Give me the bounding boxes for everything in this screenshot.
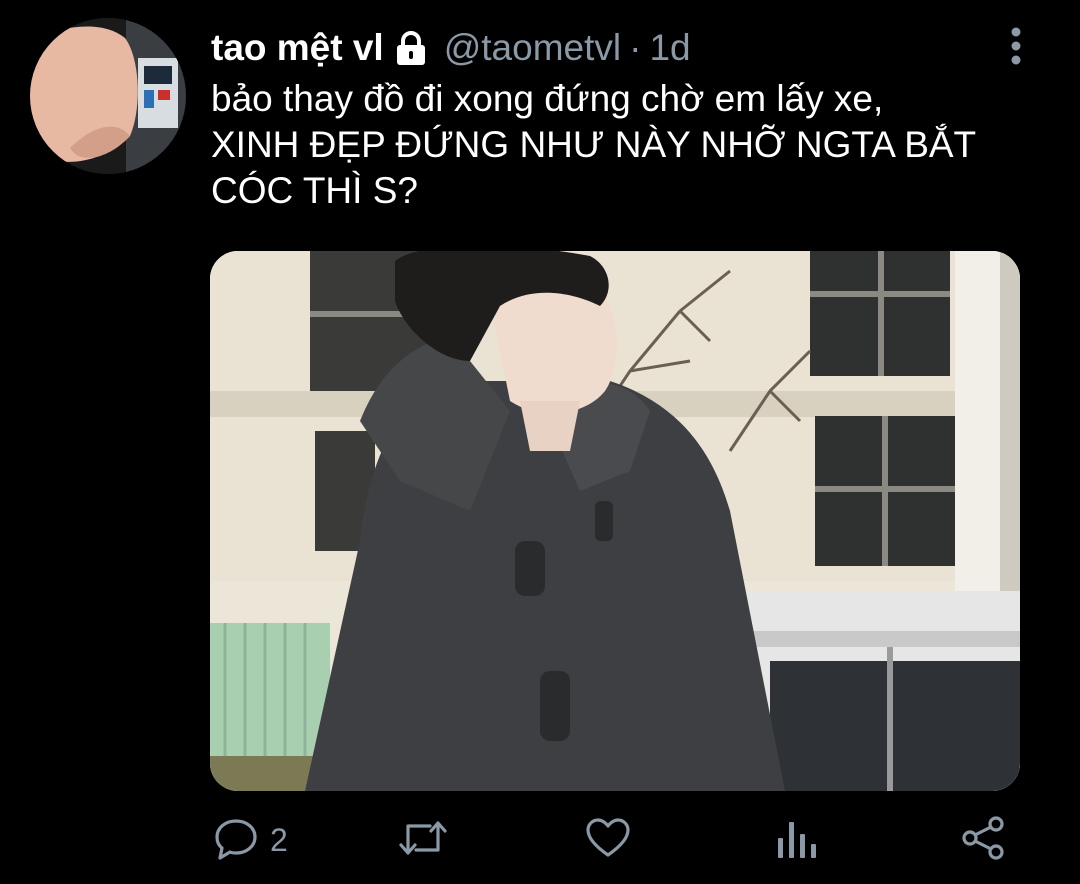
tweet: tao mệt vl @taometvl · 1d bảo thay đồ đi… bbox=[0, 0, 1080, 884]
display-name[interactable]: tao mệt vl bbox=[211, 27, 384, 69]
share-icon bbox=[960, 815, 1006, 866]
lock-icon bbox=[392, 29, 430, 67]
reply-icon bbox=[214, 816, 258, 865]
tweet-photo[interactable] bbox=[210, 251, 1020, 791]
separator-dot: · bbox=[629, 27, 642, 68]
reply-count: 2 bbox=[270, 821, 288, 858]
action-bar: 2 bbox=[0, 805, 1080, 875]
tweet-text-line: bảo thay đồ đi xong đứng chờ em lấy xe, bbox=[211, 78, 884, 119]
share-button[interactable] bbox=[960, 815, 1006, 865]
like-button[interactable] bbox=[585, 815, 631, 865]
tweet-text: bảo thay đồ đi xong đứng chờ em lấy xe, … bbox=[211, 76, 1041, 214]
tweet-text-line: CÓC THÌ S? bbox=[211, 170, 418, 211]
tweet-header: tao mệt vl @taometvl · 1d bbox=[211, 22, 691, 74]
timestamp[interactable]: 1d bbox=[649, 27, 690, 69]
analytics-button[interactable] bbox=[775, 815, 817, 865]
tweet-text-line: XINH ĐẸP ĐỨNG NHƯ NÀY NHỠ NGTA BẮT bbox=[211, 124, 977, 165]
retweet-button[interactable] bbox=[398, 815, 448, 865]
reply-button[interactable]: 2 bbox=[214, 815, 288, 865]
retweet-icon bbox=[398, 816, 448, 865]
analytics-icon bbox=[775, 816, 817, 865]
heart-icon bbox=[585, 817, 631, 864]
more-vertical-icon[interactable] bbox=[1002, 26, 1030, 66]
avatar[interactable] bbox=[30, 18, 186, 174]
user-handle[interactable]: @taometvl bbox=[444, 27, 621, 69]
